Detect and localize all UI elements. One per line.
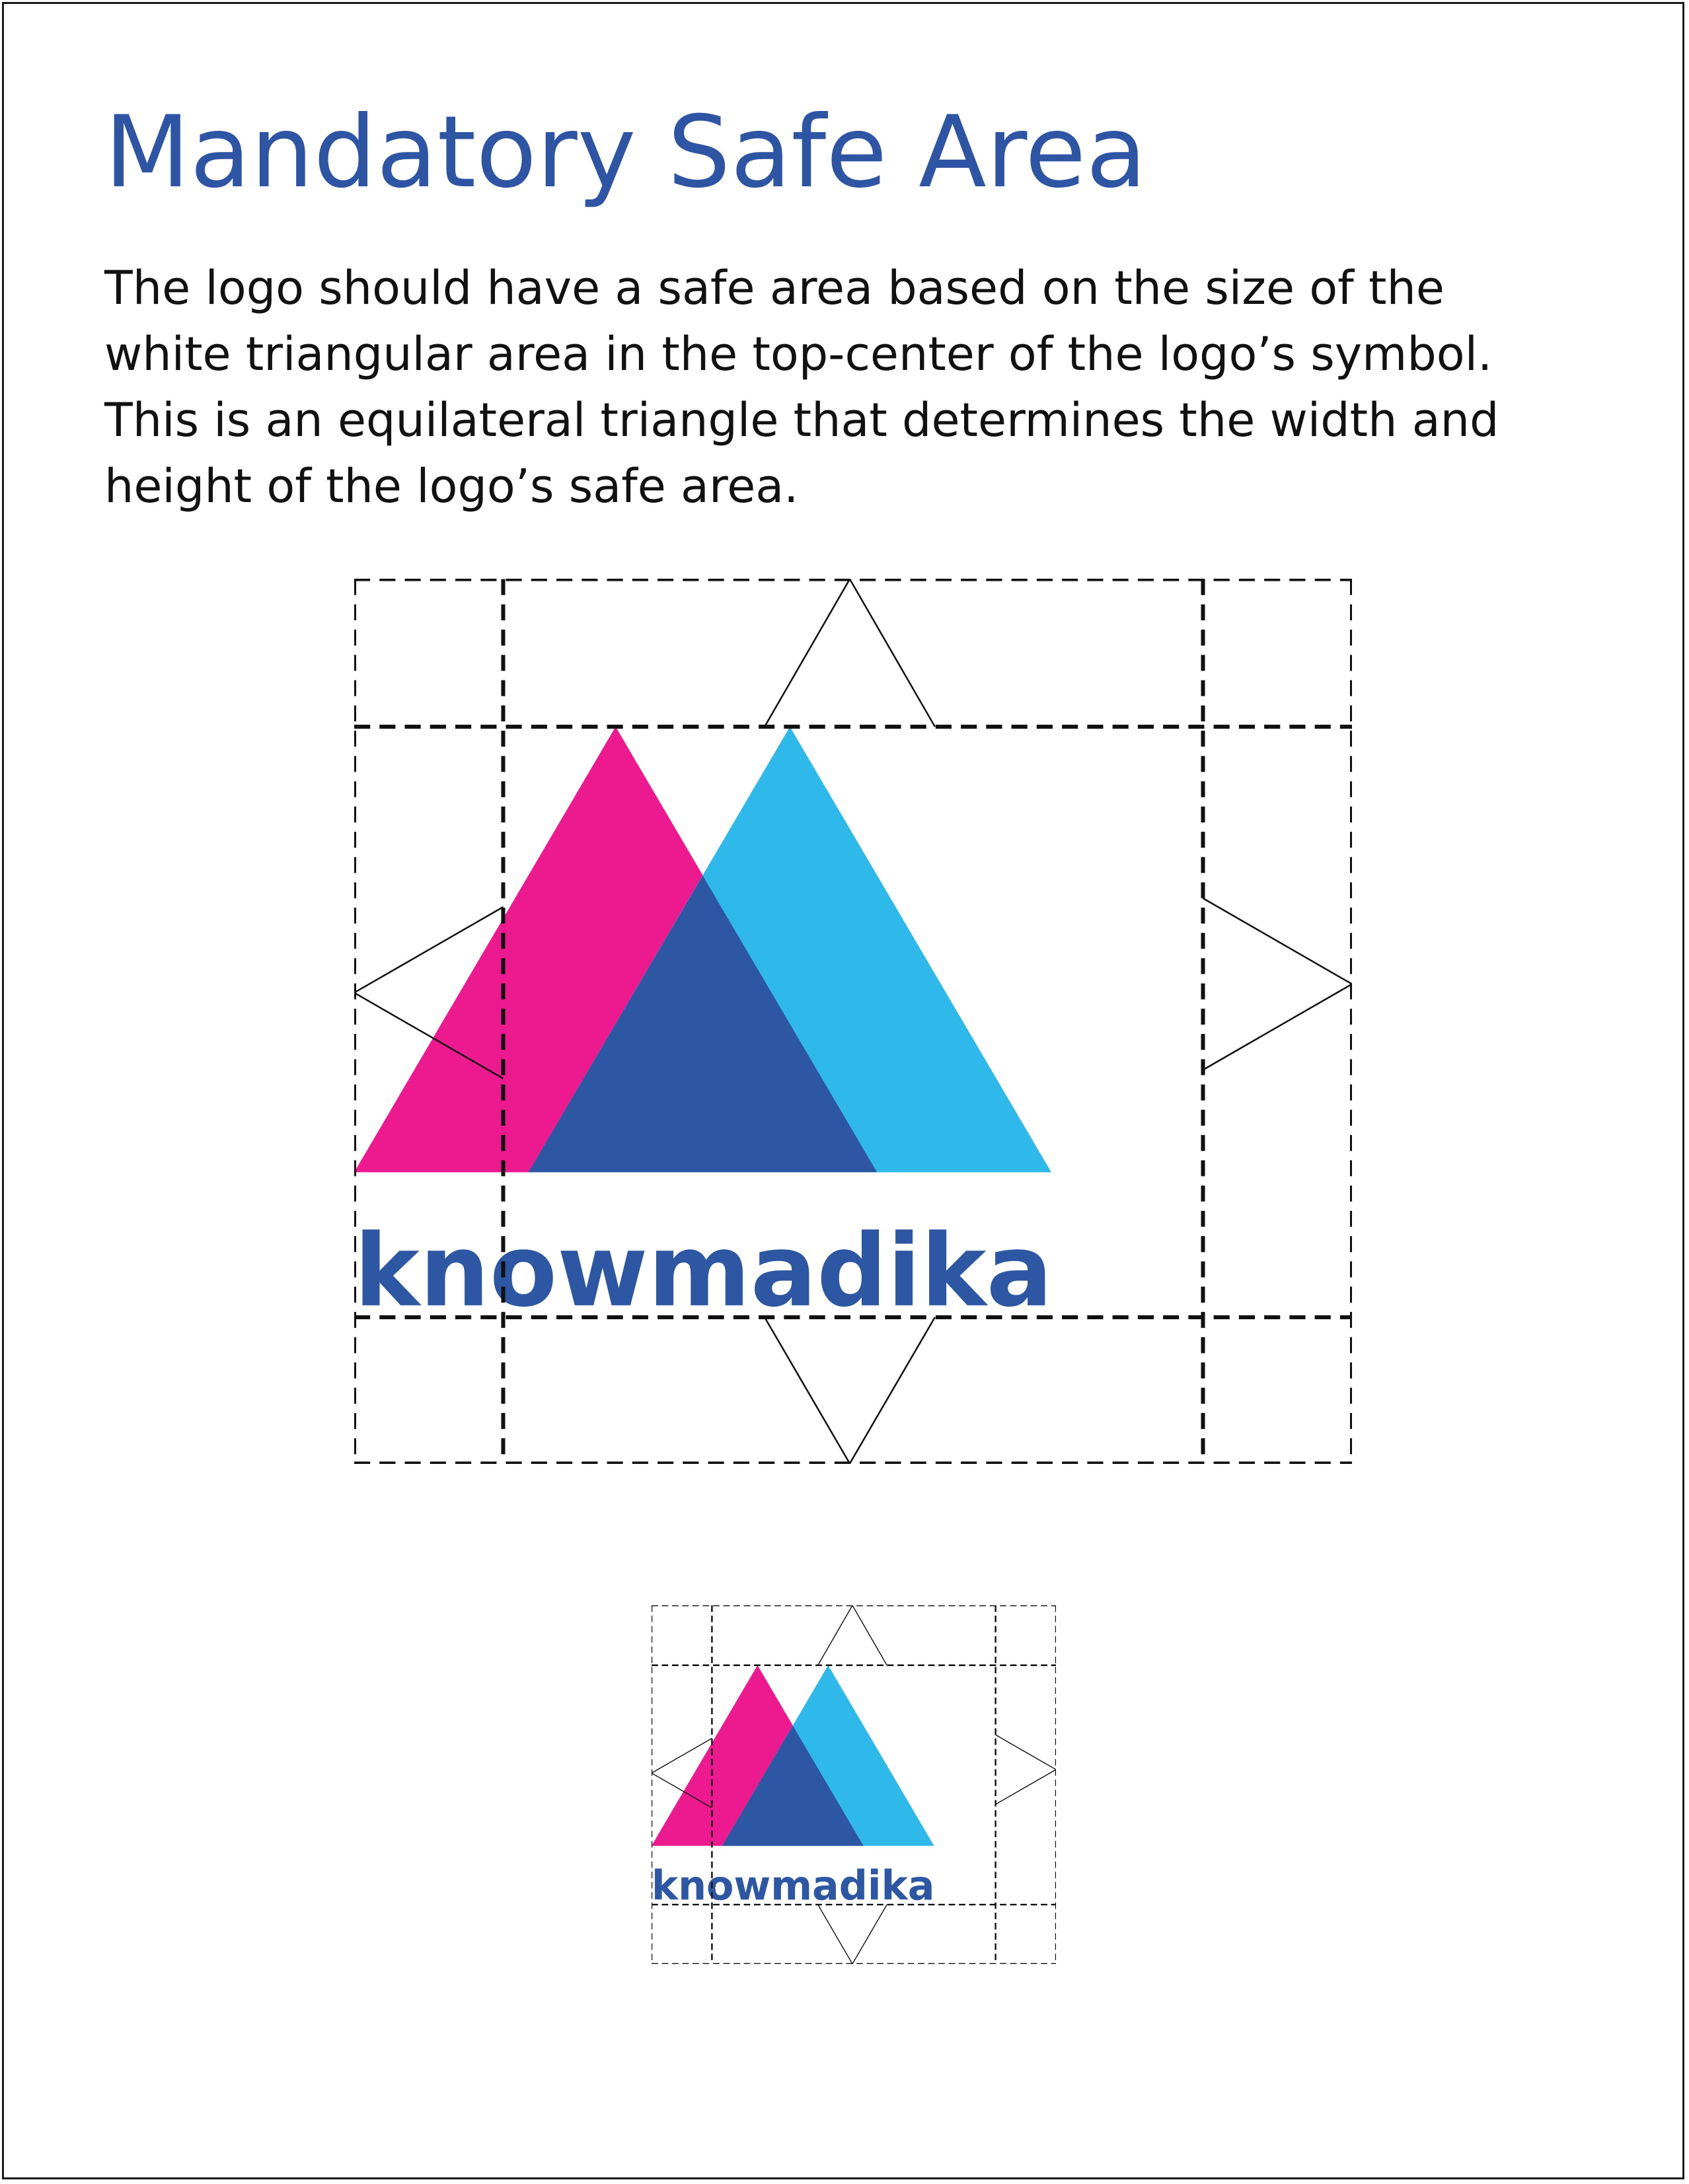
safe-area-diagram-large: knowmadika bbox=[354, 579, 1352, 1464]
logo-wordmark: knowmadika bbox=[652, 1863, 934, 1910]
description-paragraph: The logo should have a safe area based o… bbox=[104, 255, 1611, 519]
description-line-2: white triangular area in the top-center … bbox=[104, 327, 1493, 381]
description-line-3: This is an equilateral triangle that det… bbox=[104, 393, 1499, 447]
description-line-4: height of the logo’s safe area. bbox=[104, 459, 799, 513]
page: Mandatory Safe Area The logo should have… bbox=[2, 2, 1684, 2179]
safe-area-diagram-small: knowmadika bbox=[652, 1605, 1056, 1964]
description-line-1: The logo should have a safe area based o… bbox=[104, 261, 1445, 315]
logo-wordmark: knowmadika bbox=[354, 1213, 1053, 1329]
page-title: Mandatory Safe Area bbox=[104, 95, 1147, 210]
